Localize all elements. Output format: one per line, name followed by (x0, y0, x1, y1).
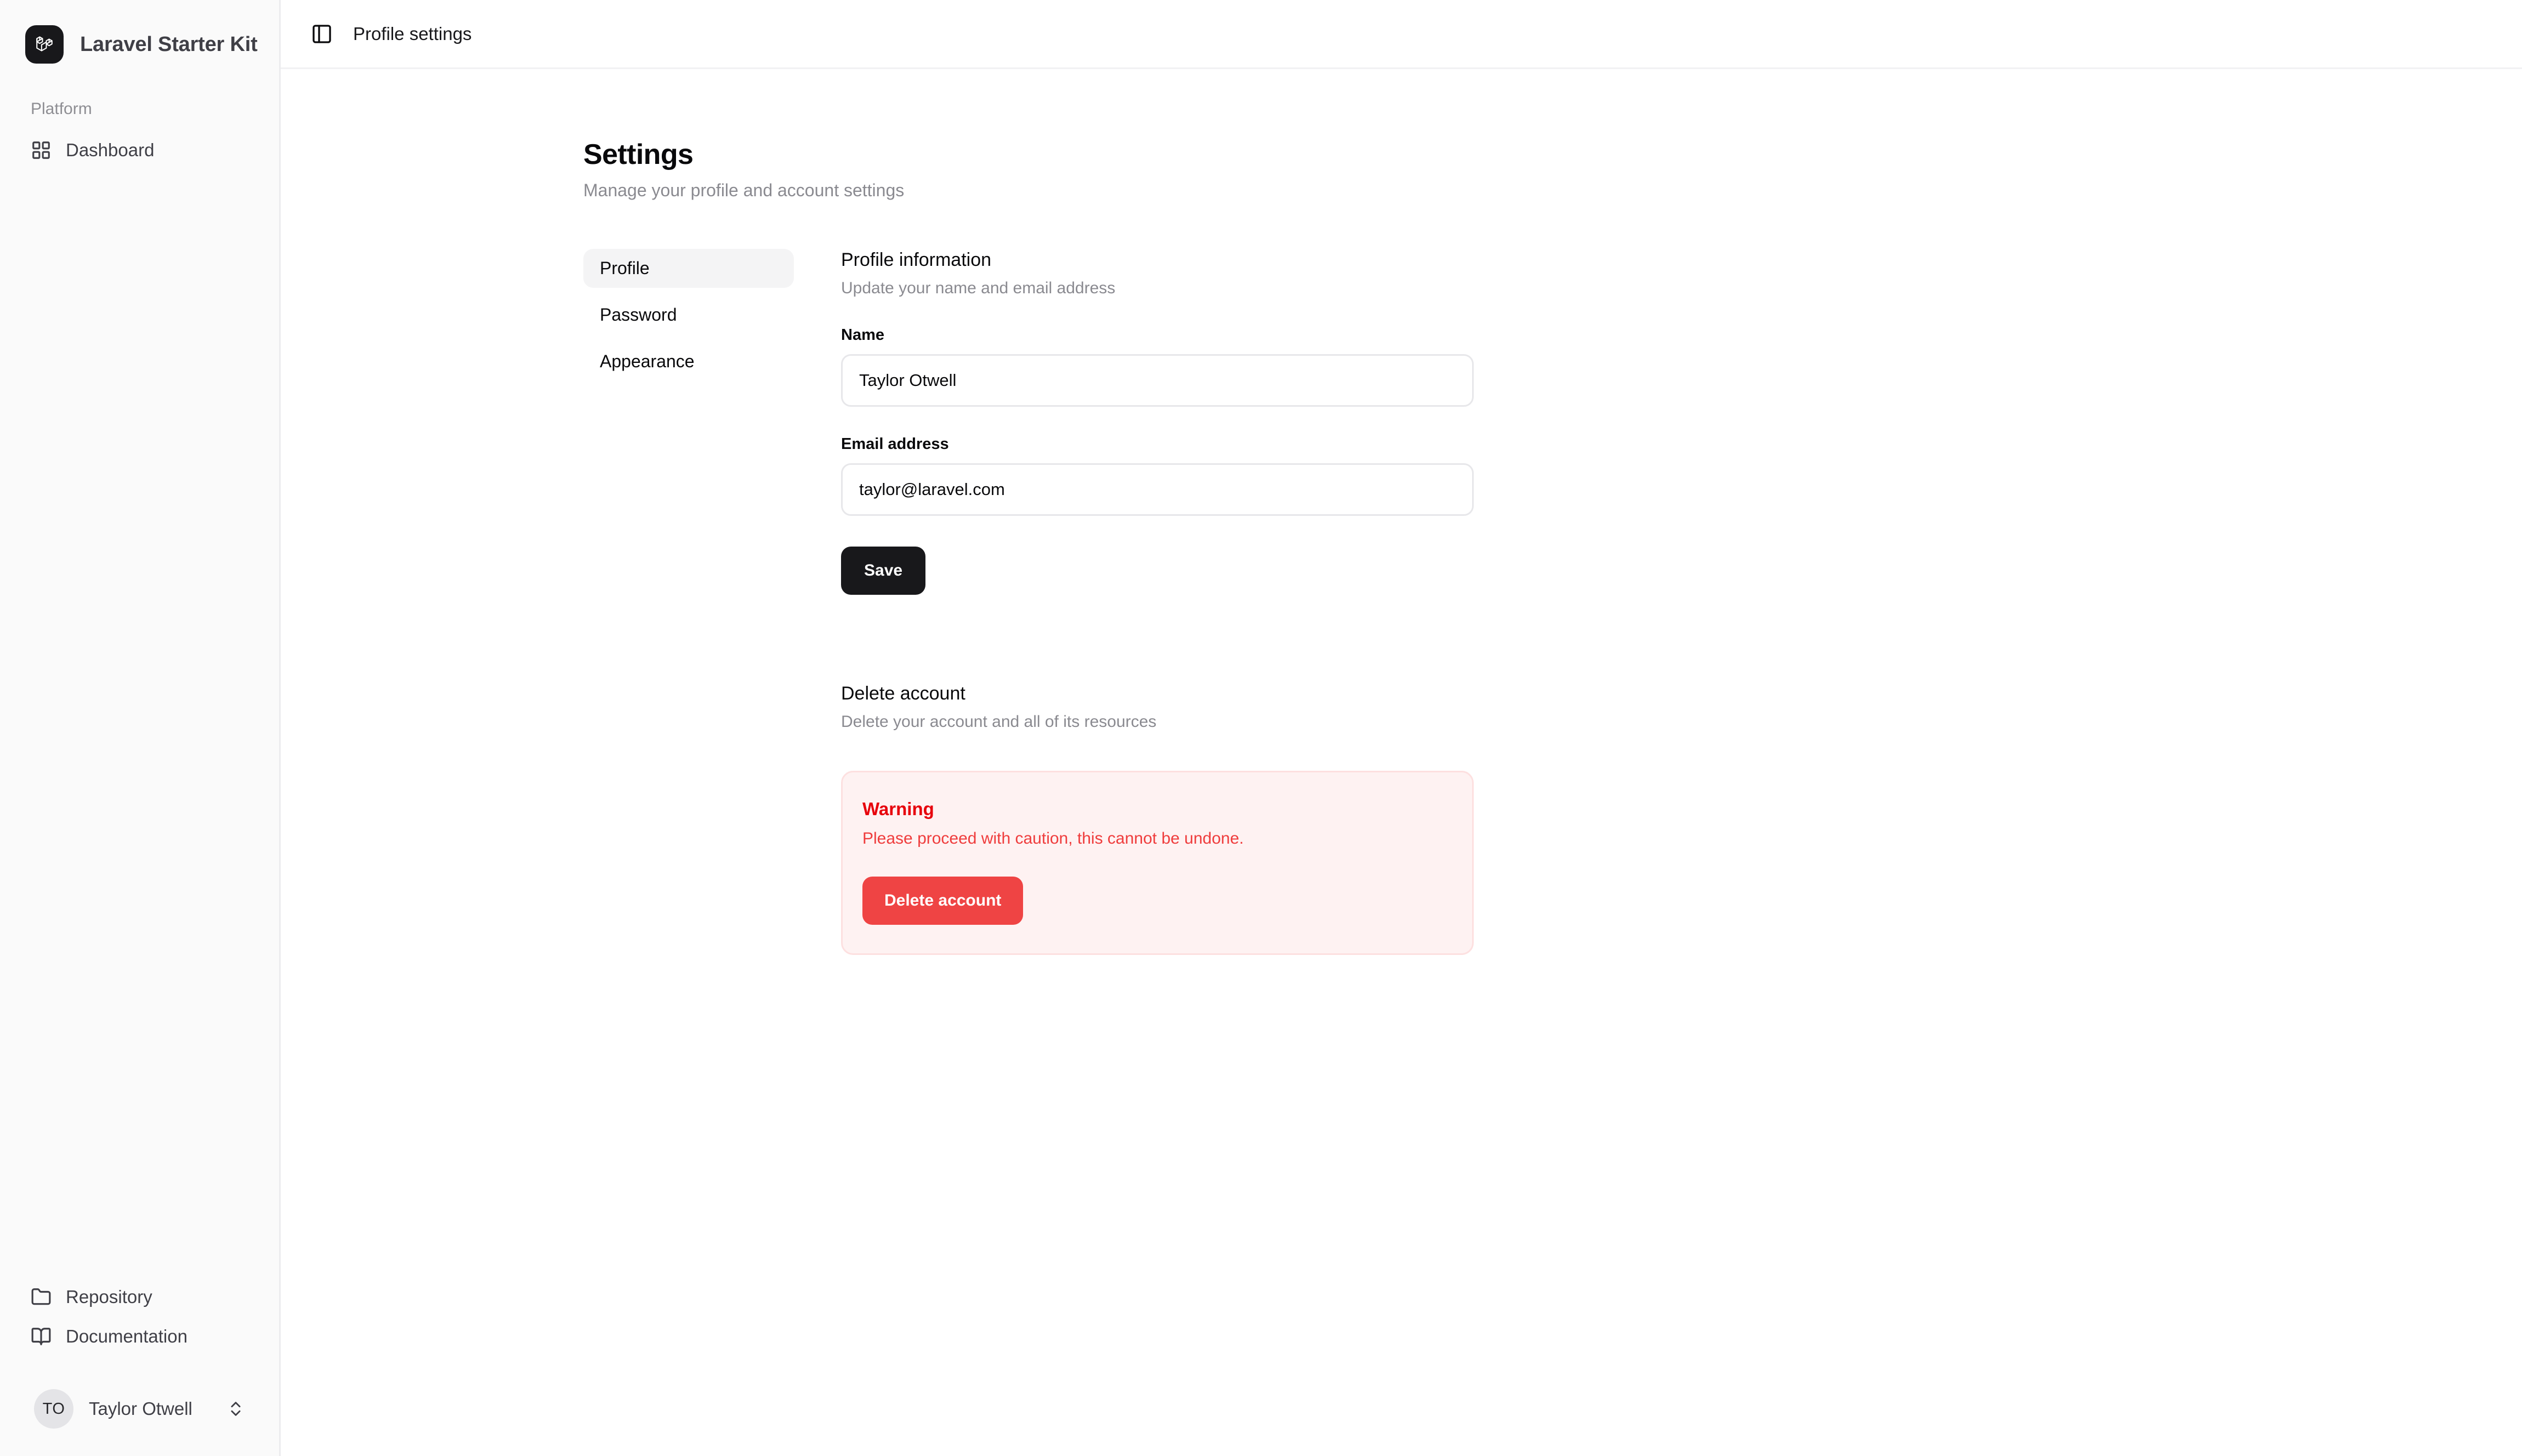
sidebar: Laravel Starter Kit Platform Dashboard R… (0, 0, 281, 1456)
settings-layout: Profile Password Appearance Profile info… (583, 249, 2522, 955)
folder-icon (31, 1287, 52, 1307)
warning-title: Warning (862, 798, 934, 819)
profile-section-title: Profile information (841, 249, 992, 271)
brand-link[interactable]: Laravel Starter Kit (13, 13, 266, 76)
avatar: TO (34, 1389, 73, 1429)
user-name: Taylor Otwell (89, 1398, 192, 1419)
settings-tabs: Profile Password Appearance (583, 249, 794, 955)
brand-name: Laravel Starter Kit (80, 32, 258, 56)
sidebar-item-dashboard[interactable]: Dashboard (25, 130, 254, 170)
email-field-group: Email address (841, 435, 1474, 516)
tab-label: Password (600, 305, 677, 325)
breadcrumb: Profile settings (353, 23, 472, 44)
sidebar-item-label: Dashboard (66, 140, 155, 160)
warning-panel: Warning Please proceed with caution, thi… (841, 770, 1474, 955)
sidebar-nav-platform: Platform Dashboard (0, 100, 279, 170)
delete-account-button[interactable]: Delete account (862, 876, 1024, 925)
delete-section-subtitle: Delete your account and all of its resou… (841, 712, 1157, 731)
sidebar-item-label: Documentation (66, 1326, 188, 1346)
name-field-group: Name (841, 326, 1474, 407)
profile-section-subtitle: Update your name and email address (841, 278, 1116, 297)
save-button[interactable]: Save (841, 546, 926, 595)
topbar: Profile settings (281, 0, 2522, 69)
sidebar-group-label: Platform (31, 100, 92, 118)
panel-left-icon[interactable] (306, 18, 338, 50)
email-field-label: Email address (841, 435, 949, 453)
app-root: Laravel Starter Kit Platform Dashboard R… (0, 0, 2522, 1456)
email-input[interactable] (841, 463, 1474, 516)
warning-text: Please proceed with caution, this cannot… (862, 829, 1244, 848)
user-menu-button[interactable]: TO Taylor Otwell (25, 1378, 254, 1440)
sidebar-item-documentation[interactable]: Documentation (25, 1317, 254, 1356)
tab-appearance[interactable]: Appearance (583, 342, 794, 381)
main-area: Profile settings Settings Manage your pr… (281, 0, 2522, 1456)
delete-account-section: Delete account Delete your account and a… (841, 682, 1474, 955)
laravel-logo-icon (25, 25, 64, 64)
grid-dashboard-icon (31, 140, 52, 161)
sidebar-header: Laravel Starter Kit (0, 0, 279, 76)
tab-label: Profile (600, 258, 650, 278)
book-open-icon (31, 1326, 52, 1347)
tab-profile[interactable]: Profile (583, 249, 794, 288)
profile-panel: Profile information Update your name and… (841, 249, 1474, 955)
page-content: Settings Manage your profile and account… (281, 69, 2522, 1456)
sidebar-item-label: Repository (66, 1287, 152, 1307)
delete-section-title: Delete account (841, 682, 965, 704)
name-input[interactable] (841, 354, 1474, 407)
page-title: Settings (583, 139, 694, 170)
tab-password[interactable]: Password (583, 295, 794, 334)
name-field-label: Name (841, 326, 884, 344)
page-subtitle: Manage your profile and account settings (583, 180, 905, 201)
sidebar-footer: Repository Documentation TO Taylor Otwel… (0, 1277, 279, 1456)
sidebar-item-repository[interactable]: Repository (25, 1277, 254, 1317)
tab-label: Appearance (600, 351, 695, 372)
chevrons-up-down-icon (226, 1400, 245, 1418)
